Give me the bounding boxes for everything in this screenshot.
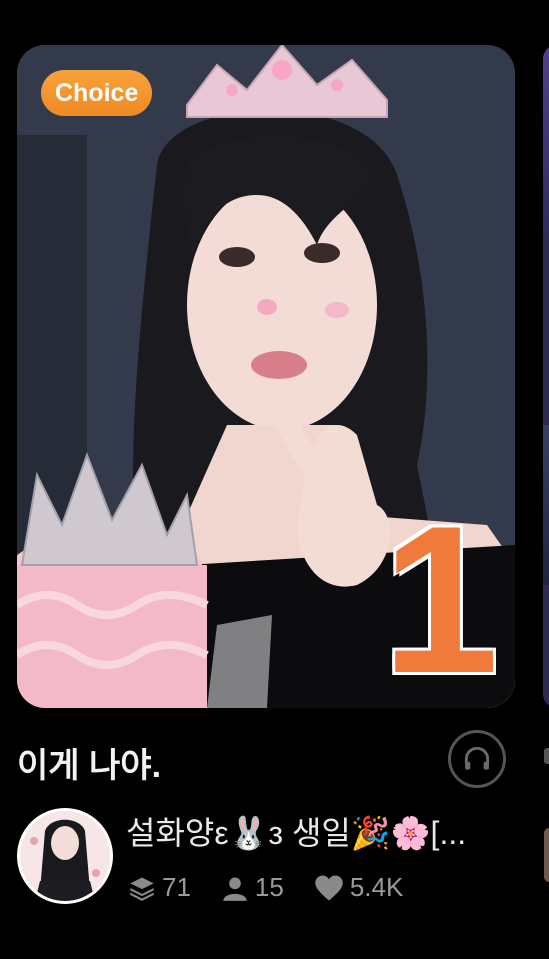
listen-button[interactable]: [448, 730, 506, 788]
track-count: 71: [128, 872, 191, 903]
like-count-value: 5.4K: [349, 872, 404, 902]
next-playlist-cover[interactable]: [543, 45, 549, 708]
avatar-photo: [20, 811, 110, 901]
playlist-title[interactable]: 이게 나야.: [17, 738, 161, 787]
layers-icon: [130, 877, 154, 901]
playlist-stats: 71 15 5.4K: [128, 872, 433, 903]
next-card-edge: [544, 748, 549, 764]
next-avatar-edge: [544, 828, 549, 882]
author-name[interactable]: 설화양ε🐰з 생일🎉🌸[...: [126, 808, 516, 854]
track-count-value: 71: [162, 872, 191, 902]
follower-count-value: 15: [254, 872, 284, 902]
heart-icon: [315, 875, 343, 900]
rank-number: 1: [382, 482, 499, 717]
like-count: 5.4K: [314, 872, 404, 903]
follower-count: 15: [221, 872, 284, 903]
headphones-icon: [464, 746, 490, 770]
choice-badge: Choice: [41, 70, 153, 116]
avatar[interactable]: [17, 808, 113, 904]
person-icon: [223, 877, 247, 901]
